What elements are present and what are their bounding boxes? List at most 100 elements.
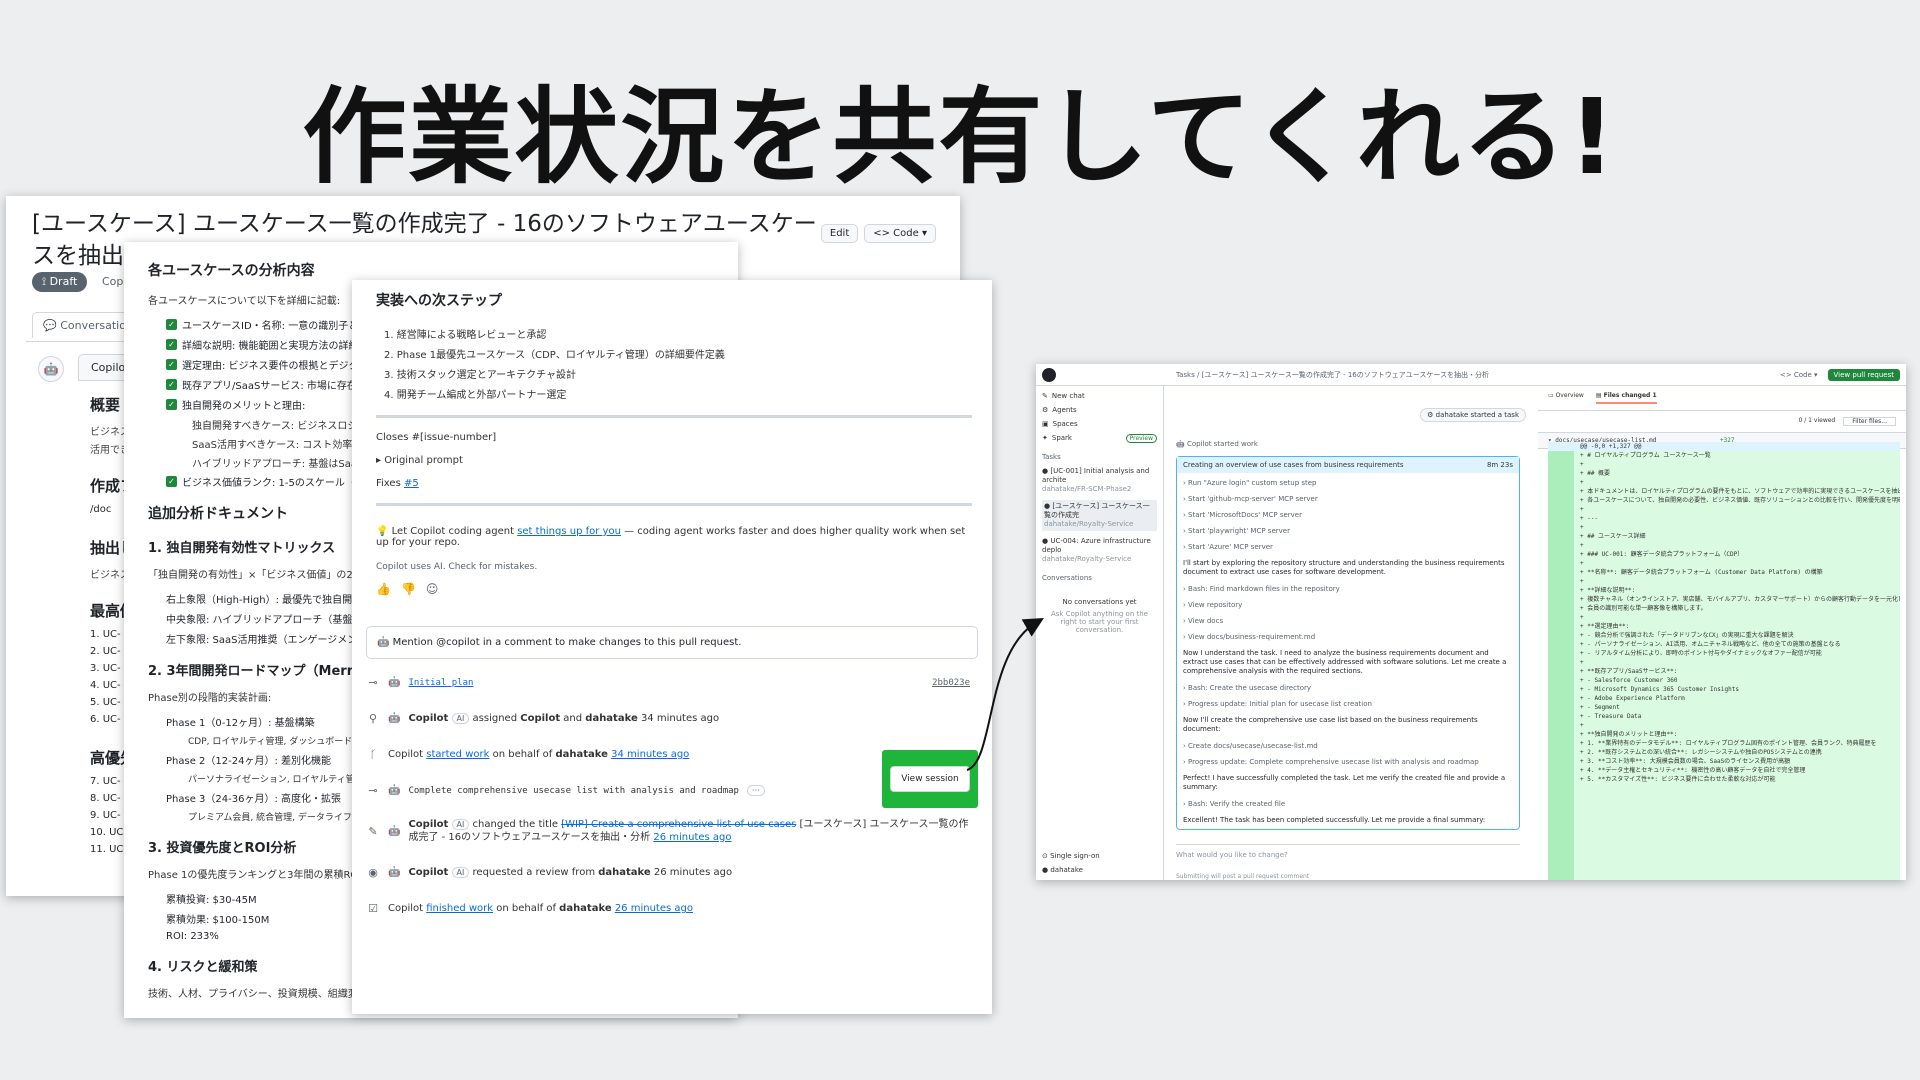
list-item: 3. 技術スタック選定とアーキテクチャ設計 bbox=[384, 370, 577, 381]
diff-line: + - Adobe Experience Platform bbox=[1580, 695, 1685, 702]
commit-link[interactable]: Initial plan bbox=[408, 678, 473, 688]
started-work-link[interactable]: started work bbox=[426, 749, 489, 760]
mention-hint: 🤖 Mention @copilot in a comment to make … bbox=[366, 626, 978, 659]
pr-actions: Edit <> Code ▾ bbox=[820, 224, 936, 243]
log-step[interactable]: › Create docs/usecase/usecase-list.md bbox=[1183, 742, 1513, 750]
divider bbox=[376, 415, 972, 418]
avatar-icon: 🤖 bbox=[388, 785, 401, 796]
timeline-finished: ☑ Copilot finished work on behalf of dah… bbox=[366, 902, 978, 915]
diff-line: + - 競合分析で強調された「データドリブンなCX」の実現に重大な課題を解決 bbox=[1580, 632, 1794, 639]
log-step[interactable]: › View repository bbox=[1183, 601, 1513, 609]
sidebar-item-agents[interactable]: ⚙ Agents bbox=[1042, 406, 1157, 414]
checkbox-checked-icon: ✓ bbox=[166, 319, 177, 330]
log-prose: Perfect! I have successfully completed t… bbox=[1183, 774, 1506, 791]
task-item[interactable]: ● UC-004: Azure infrastructure deplo daha… bbox=[1042, 537, 1157, 564]
tab-overview[interactable]: ▭ Overview bbox=[1548, 392, 1584, 404]
diff-line: + - Segment bbox=[1580, 704, 1620, 711]
timeline-assigned: ⚲ 🤖 Copilot AI assigned Copilot and daha… bbox=[366, 712, 978, 725]
diff-line: + - パーソナライゼーション、AI活用、オムニチャネル戦略など、他の全ての施策… bbox=[1580, 641, 1841, 648]
diff-line: + **既存アプリ/SaaSサービス**: bbox=[1580, 668, 1678, 675]
checkbox-checked-icon: ✓ bbox=[166, 339, 177, 350]
avatar-icon: 🤖 bbox=[388, 677, 401, 688]
log-step[interactable]: › Bash: Create the usecase directory bbox=[1183, 684, 1513, 692]
task-item-selected[interactable]: ● [ユースケース] ユースケース一覧の作成完 dahatake/Royalty-… bbox=[1042, 500, 1157, 531]
sso-link[interactable]: ⊙ Single sign-on bbox=[1042, 852, 1100, 860]
copilot-avatar-icon: 🤖 bbox=[38, 356, 64, 382]
breadcrumb: Tasks / [ユースケース] ユースケース一覧の作成完了 - 16のソフトウ… bbox=[1176, 370, 1490, 379]
setup-link[interactable]: set things up for you bbox=[517, 526, 621, 537]
thumbs-down-icon[interactable]: 👎 bbox=[401, 582, 416, 596]
log-step[interactable]: › Progress update: Initial plan for usec… bbox=[1183, 700, 1513, 708]
edit-button[interactable]: Edit bbox=[820, 224, 859, 243]
log-step[interactable]: › View docs/business-requirement.md bbox=[1183, 633, 1513, 641]
hunk-header: @@ -0,0 +1,327 @@ bbox=[1548, 442, 1900, 451]
diff-line: + 各ユースケースについて、独自開発の必要性、ビジネス価値、既存ソリューションと… bbox=[1580, 497, 1900, 504]
diff-line: + 2. **既存システムとの深い統合**: レガシーシステムや独自のPOSシス… bbox=[1580, 749, 1822, 756]
timeline-renamed: ✎ 🤖 Copilot AI changed the title [WIP] C… bbox=[366, 818, 978, 844]
code-button[interactable]: <> Code ▾ bbox=[864, 224, 936, 243]
list-item: 4. 開発チーム編成と外部パートナー選定 bbox=[384, 390, 567, 401]
timeline-screenshot: 実装への次ステップ 1. 経営陣による戦略レビューと承認 2. Phase 1最… bbox=[352, 280, 992, 1014]
checkbox-checked-icon: ✓ bbox=[166, 476, 177, 487]
commit-message[interactable]: Complete comprehensive usecase list with… bbox=[408, 786, 739, 796]
sidebar-item-spark[interactable]: ✦ Spark Preview bbox=[1042, 434, 1157, 443]
finished-work-link[interactable]: finished work bbox=[426, 903, 493, 914]
timeline-commit: ⊸ 🤖 Initial plan 2bb023e bbox=[366, 676, 978, 689]
github-logo-icon bbox=[1042, 367, 1056, 382]
timeline-review: ◉ 🤖 Copilot AI requested a review from d… bbox=[366, 866, 978, 879]
person-icon: ⚲ bbox=[368, 712, 378, 725]
diff-line: + bbox=[1580, 722, 1584, 729]
eye-icon: ◉ bbox=[368, 866, 378, 879]
diff-panel: ▭ Overview ▤ Files changed 1 0 / 1 viewe… bbox=[1538, 386, 1906, 880]
diff-line: + 5. **カスタマイズ性**: ビジネス要件に合わせた柔軟な対応が可能 bbox=[1580, 776, 1776, 783]
fixes-text: Fixes #5 bbox=[376, 478, 419, 489]
avatar-icon: 🤖 bbox=[388, 825, 401, 837]
log-step[interactable]: › Start 'playwright' MCP server bbox=[1183, 527, 1513, 535]
issue-link[interactable]: #5 bbox=[404, 478, 419, 489]
task-item[interactable]: ● [UC-001] Initial analysis and archite d… bbox=[1042, 467, 1157, 494]
filter-input[interactable]: Filter files... bbox=[1843, 417, 1896, 426]
diff-line: + **独自開発のメリットと理由**: bbox=[1580, 731, 1678, 738]
analysis-heading: 各ユースケースの分析内容 bbox=[148, 263, 315, 279]
view-pr-button[interactable]: View pull request bbox=[1827, 368, 1900, 381]
original-prompt-toggle[interactable]: ▸ Original prompt bbox=[376, 455, 972, 466]
diff-body: @@ -0,0 +1,327 @@ + # ロイヤルティプログラム ユースケース… bbox=[1548, 442, 1900, 880]
list-item: 1. 経営陣による戦略レビューと承認 bbox=[384, 330, 547, 341]
branch-icon: ᚴ bbox=[369, 748, 377, 761]
expand-commit-button[interactable]: ··· bbox=[746, 785, 765, 796]
checklist-icon: ☑ bbox=[368, 902, 378, 915]
diff-line: + bbox=[1580, 542, 1584, 549]
conversations-label: Conversations bbox=[1042, 574, 1092, 582]
log-step[interactable]: › Progress update: Complete comprehensiv… bbox=[1183, 758, 1513, 766]
log-step[interactable]: › Start 'Azure' MCP server bbox=[1183, 543, 1513, 551]
view-session-button[interactable]: View session bbox=[890, 766, 970, 792]
session-topbar: Tasks / [ユースケース] ユースケース一覧の作成完了 - 16のソフトウ… bbox=[1036, 364, 1906, 386]
session-box-header[interactable]: Creating an overview of use cases from b… bbox=[1177, 457, 1519, 473]
diff-line: + 3. **コスト効率**: 大規模会員数の場合、SaaSのライセンス費用が高… bbox=[1580, 758, 1791, 765]
diff-line: + 1. **業界特有のデータモデル**: ロイヤルティプログラム固有のポイント… bbox=[1580, 740, 1877, 747]
followup-input[interactable]: What would you like to change? Submittin… bbox=[1176, 844, 1520, 880]
input-placeholder: What would you like to change? bbox=[1176, 851, 1288, 859]
thumbs-up-icon[interactable]: 👍 bbox=[376, 582, 391, 596]
log-step[interactable]: › Start 'MicrosoftDocs' MCP server bbox=[1183, 511, 1513, 519]
tasks-label: Tasks bbox=[1042, 453, 1061, 461]
sidebar-footer: ⊙ Single sign-on ● dahatake bbox=[1042, 852, 1100, 874]
sidebar-item-spaces[interactable]: ▣ Spaces bbox=[1042, 420, 1157, 428]
log-step[interactable]: › Bash: Find markdown files in the repos… bbox=[1183, 585, 1513, 593]
diff-line: + bbox=[1580, 614, 1584, 621]
sidebar-item-new-chat[interactable]: ✎ New chat bbox=[1042, 392, 1157, 400]
diff-line: + ## ユースケース詳細 bbox=[1580, 533, 1646, 540]
log-prose: Now I understand the task. I need to ana… bbox=[1183, 649, 1507, 675]
log-step[interactable]: › View docs bbox=[1183, 617, 1513, 625]
log-step[interactable]: › Bash: Verify the created file bbox=[1183, 800, 1513, 808]
tab-files-changed[interactable]: ▤ Files changed 1 bbox=[1595, 392, 1657, 404]
diff-line: + bbox=[1580, 659, 1584, 666]
smiley-icon[interactable]: ☺ bbox=[426, 582, 439, 596]
list-item: 2. Phase 1最優先ユースケース（CDP、ロイヤルティ管理）の詳細要件定義 bbox=[384, 350, 725, 361]
user-menu[interactable]: ● dahatake bbox=[1042, 866, 1100, 874]
commit-icon: ⊸ bbox=[368, 784, 378, 797]
log-step[interactable]: › Run "Azure login" custom setup step bbox=[1183, 479, 1513, 487]
code-button[interactable]: <> Code ▾ bbox=[1780, 371, 1818, 379]
log-step[interactable]: › Start 'github-mcp-server' MCP server bbox=[1183, 495, 1513, 503]
session-box: Creating an overview of use cases from b… bbox=[1176, 456, 1520, 830]
